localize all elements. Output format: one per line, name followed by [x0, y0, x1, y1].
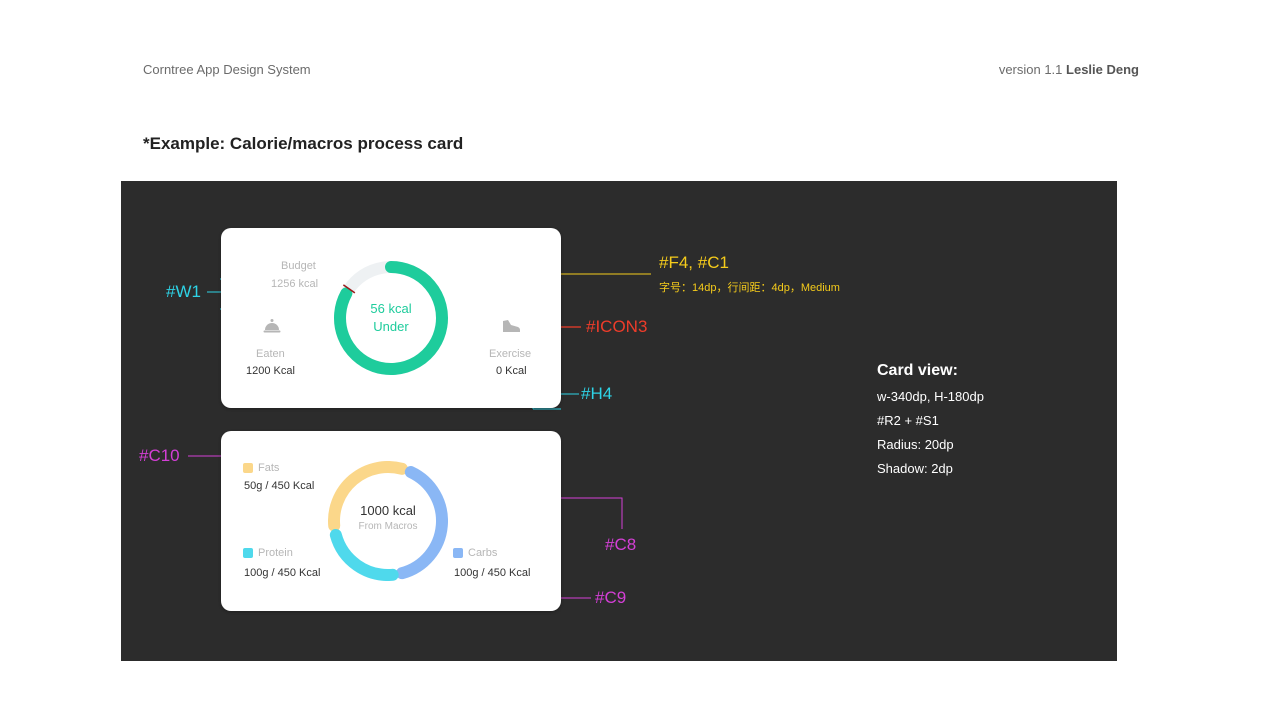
version-label: version 1.1 [998, 62, 1063, 77]
macros-card[interactable]: Fats 50g / 450 Kcal Protein 100g / 450 K… [221, 431, 561, 611]
protein-value: 100g / 450 Kcal [244, 567, 321, 579]
remaining-status: Under [373, 319, 409, 334]
icon3-annotation: #ICON3 [586, 317, 648, 336]
serving-dish-icon [263, 318, 281, 339]
exercise-value: 0 Kcal [496, 365, 527, 377]
carbs-value: 100g / 450 Kcal [454, 567, 531, 579]
section-title: *Example: Calorie/macros process card [143, 134, 464, 153]
card-view-title: Card view: [877, 362, 958, 379]
eaten-label: Eaten [256, 348, 285, 360]
f4-c1-annotation: #F4, #C1 [659, 253, 729, 272]
remaining-kcal: 56 kcal [370, 301, 412, 316]
card-view-style: #R2 + #S1 [877, 413, 939, 428]
macros-total: 1000 kcal [360, 503, 416, 518]
budget-value: 1256 kcal [271, 278, 319, 290]
calorie-card[interactable]: Budget 1256 kcal Eaten 1200 Kcal 56 kcal… [221, 228, 561, 408]
author-name: Leslie Deng [1066, 62, 1139, 77]
version-info: version 1.1 Leslie Deng [999, 62, 1139, 77]
fats-label: Fats [258, 462, 280, 474]
card-view-radius: Radius: 20dp [877, 437, 954, 452]
exercise-label: Exercise [489, 348, 532, 360]
card-view-size: w-340dp, H-180dp [877, 389, 984, 404]
macros-subtitle: From Macros [358, 521, 418, 532]
card-view-shadow: Shadow: 2dp [877, 461, 953, 476]
w1-annotation: #W1 [166, 282, 201, 301]
protein-label: Protein [258, 547, 293, 559]
protein-arc [329, 528, 399, 581]
c8-annotation: #C8 [605, 535, 637, 554]
c9-annotation: #C9 [595, 588, 627, 607]
ring-center-text: 56 kcal Under [331, 300, 451, 336]
design-system-title: Corntree App Design System [143, 62, 311, 77]
budget-label: Budget [281, 260, 316, 272]
carbs-legend-swatch [453, 548, 463, 558]
h4-annotation: #H4 [581, 384, 613, 403]
macros-center-text: 1000 kcal From Macros [328, 503, 448, 532]
f4-c1-note: 字号：14dp，行间距：4dp，Medium [659, 282, 840, 294]
carbs-label: Carbs [468, 547, 498, 559]
c10-annotation: #C10 [139, 446, 180, 465]
sneaker-icon [501, 318, 521, 339]
example-panel: Budget 1256 kcal Eaten 1200 Kcal 56 kcal… [121, 181, 1117, 661]
protein-legend-swatch [243, 548, 253, 558]
eaten-value: 1200 Kcal [246, 365, 295, 377]
fats-legend-swatch [243, 463, 253, 473]
fats-value: 50g / 450 Kcal [244, 480, 315, 492]
